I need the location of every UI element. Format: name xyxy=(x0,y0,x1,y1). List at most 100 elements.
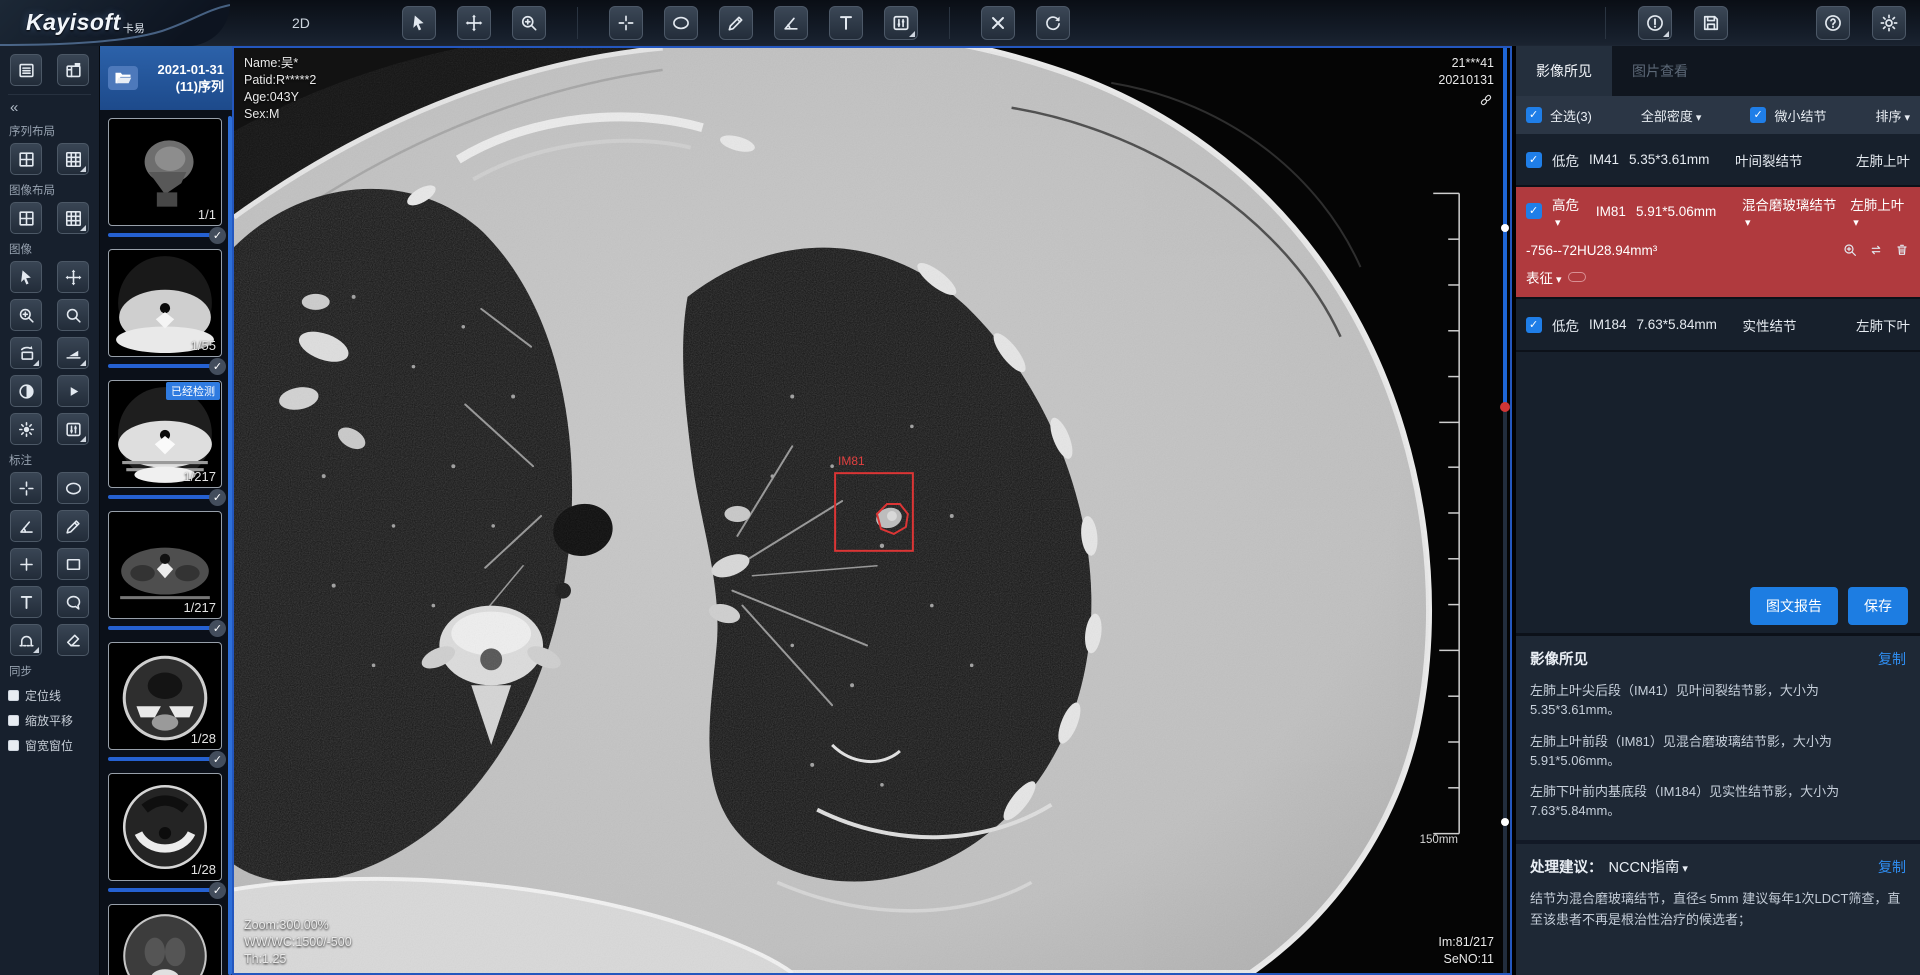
angle-tool-button[interactable] xyxy=(774,6,808,40)
toolbar-divider xyxy=(577,7,578,39)
thumbnail-series-7[interactable] xyxy=(108,904,222,975)
copy-advice-link[interactable]: 复制 xyxy=(1878,857,1906,877)
measure-tool-button[interactable] xyxy=(719,6,753,40)
text-tool-button[interactable] xyxy=(829,6,863,40)
anno-arch-button[interactable] xyxy=(10,624,42,656)
nodule-row-im184[interactable]: 低危 IM184 7.63*5.84mm 实性结节 左肺下叶 xyxy=(1516,299,1920,352)
nodule-location: 左肺下叶 xyxy=(1856,315,1910,335)
window-level-tool-button[interactable] xyxy=(884,6,918,40)
thumbnail-series-3-detected[interactable]: 已经检测 1/217 xyxy=(108,380,222,502)
sb-flip-button[interactable] xyxy=(57,337,89,369)
main-viewport[interactable]: Name:吴* Patid:R*****2 Age:043Y Sex:M 21*… xyxy=(232,46,1512,975)
settings-button[interactable] xyxy=(1872,6,1906,40)
layout-panel-toggle-button[interactable] xyxy=(57,54,89,86)
copy-findings-link[interactable]: 复制 xyxy=(1878,649,1906,669)
thumbnail-series-5[interactable]: 1/28 xyxy=(108,642,222,764)
save-report-button[interactable]: 保存 xyxy=(1848,587,1908,625)
anno-eraser-button[interactable] xyxy=(57,624,89,656)
sb-invert-button[interactable] xyxy=(10,375,42,407)
thumbnail-series-6[interactable]: 1/28 xyxy=(108,773,222,895)
nodule-type: 实性结节 xyxy=(1743,315,1797,335)
feature-toggle[interactable] xyxy=(1568,272,1586,282)
anno-pencil-button[interactable] xyxy=(57,510,89,542)
select-all-checkbox[interactable] xyxy=(1526,107,1542,123)
image-layout-tools xyxy=(8,202,91,234)
nodule-row-im41[interactable]: 低危 IM41 5.35*3.61mm 叶间裂结节 左肺上叶 xyxy=(1516,134,1920,187)
thumbnail-scout[interactable]: 1/1 xyxy=(108,118,222,240)
panel-list-icon xyxy=(17,61,36,80)
image-grid-3x3-button[interactable] xyxy=(57,202,89,234)
series-layout-tools xyxy=(8,143,91,175)
sb-rotate-button[interactable] xyxy=(10,337,42,369)
micro-nodule-checkbox[interactable] xyxy=(1750,107,1766,123)
cursor-tool-button[interactable] xyxy=(402,6,436,40)
sync-window-checkbox[interactable]: 窗宽窗位 xyxy=(8,737,91,754)
anno-angle-button[interactable] xyxy=(10,510,42,542)
nodule-location-dropdown[interactable]: 左肺上叶 xyxy=(1850,194,1910,229)
close-x-icon xyxy=(988,13,1008,33)
study-date-header[interactable]: 2021-01-31 (11)序列 xyxy=(100,46,232,110)
nodule-checkbox[interactable] xyxy=(1526,152,1542,168)
sb-magnify-button[interactable] xyxy=(57,299,89,331)
nodule-checkbox[interactable] xyxy=(1526,203,1542,219)
anno-text-button[interactable] xyxy=(10,586,42,618)
crosshair-tool-button[interactable] xyxy=(609,6,643,40)
sb-pan-button[interactable] xyxy=(57,261,89,293)
slider-marker-bottom[interactable] xyxy=(1501,818,1509,826)
slider-current-handle[interactable] xyxy=(1500,402,1510,412)
series-layout-label: 序列布局 xyxy=(9,123,91,139)
reset-button[interactable] xyxy=(1036,6,1070,40)
locate-zoom-icon[interactable] xyxy=(1842,242,1858,258)
nodule-checkbox[interactable] xyxy=(1526,317,1542,333)
checkbox-unchecked[interactable] xyxy=(8,740,19,751)
report-alert-button[interactable] xyxy=(1638,6,1672,40)
checkbox-unchecked[interactable] xyxy=(8,690,19,701)
anno-ellipse-button[interactable] xyxy=(57,472,89,504)
image-grid-2x2-button[interactable] xyxy=(10,202,42,234)
feature-dropdown[interactable]: 表征 xyxy=(1526,267,1562,287)
slice-slider[interactable] xyxy=(1500,48,1510,973)
sync-localizer-checkbox[interactable]: 定位线 xyxy=(8,687,91,704)
sb-cursor-button[interactable] xyxy=(10,261,42,293)
sb-brightness-button[interactable] xyxy=(10,413,42,445)
anno-plus-button[interactable] xyxy=(10,548,42,580)
delete-annotation-button[interactable] xyxy=(981,6,1015,40)
nodule-type-dropdown[interactable]: 混合磨玻璃结节 xyxy=(1742,194,1840,229)
nodule-row-im81-selected[interactable]: 高危 IM81 5.91*5.06mm 混合磨玻璃结节 左肺上叶 -756--7… xyxy=(1516,187,1920,299)
series-grid-3x3-button[interactable] xyxy=(57,143,89,175)
save-button[interactable] xyxy=(1694,6,1728,40)
tab-image-view[interactable]: 图片查看 xyxy=(1612,46,1708,96)
series-grid-2x2-button[interactable] xyxy=(10,143,42,175)
ellipse-tool-button[interactable] xyxy=(664,6,698,40)
compare-swap-icon[interactable] xyxy=(1868,242,1884,258)
sb-play-button[interactable] xyxy=(57,375,89,407)
sb-zoom-in-button[interactable] xyxy=(10,299,42,331)
anno-rect-button[interactable] xyxy=(57,548,89,580)
collapse-sidebar-button[interactable]: « xyxy=(8,95,91,116)
thumbnail-series-4[interactable]: 1/217 xyxy=(108,511,222,633)
sort-dropdown[interactable]: 排序 xyxy=(1875,106,1910,125)
tab-findings[interactable]: 影像所见 xyxy=(1516,46,1612,96)
sb-window-level-button[interactable] xyxy=(57,413,89,445)
risk-level-dropdown[interactable]: 高危 xyxy=(1552,194,1586,229)
anno-bubble-button[interactable] xyxy=(57,586,89,618)
advice-title: 处理建议： xyxy=(1530,856,1603,877)
checkbox-unchecked[interactable] xyxy=(8,715,19,726)
help-button[interactable] xyxy=(1816,6,1850,40)
flip-icon xyxy=(64,344,83,363)
finding-item: 左肺上叶前段（IM81）见混合磨玻璃结节影，大小为5.91*5.06mm。 xyxy=(1530,733,1906,771)
trash-icon[interactable] xyxy=(1894,242,1910,258)
pan-tool-button[interactable] xyxy=(457,6,491,40)
gear-icon xyxy=(1879,13,1899,33)
anno-crosshair-button[interactable] xyxy=(10,472,42,504)
ct-image[interactable] xyxy=(234,48,1510,973)
density-filter-dropdown[interactable]: 全部密度 xyxy=(1641,106,1702,125)
thumbnail-series-2[interactable]: 1/55 xyxy=(108,249,222,371)
guideline-dropdown[interactable]: NCCN指南 xyxy=(1609,856,1688,877)
zoom-tool-button[interactable] xyxy=(512,6,546,40)
link-icon[interactable] xyxy=(1478,92,1494,113)
series-panel-toggle-button[interactable] xyxy=(10,54,42,86)
report-button[interactable]: 图文报告 xyxy=(1750,587,1838,625)
sync-zoom-pan-checkbox[interactable]: 缩放平移 xyxy=(8,712,91,729)
slider-marker-top[interactable] xyxy=(1501,224,1509,232)
